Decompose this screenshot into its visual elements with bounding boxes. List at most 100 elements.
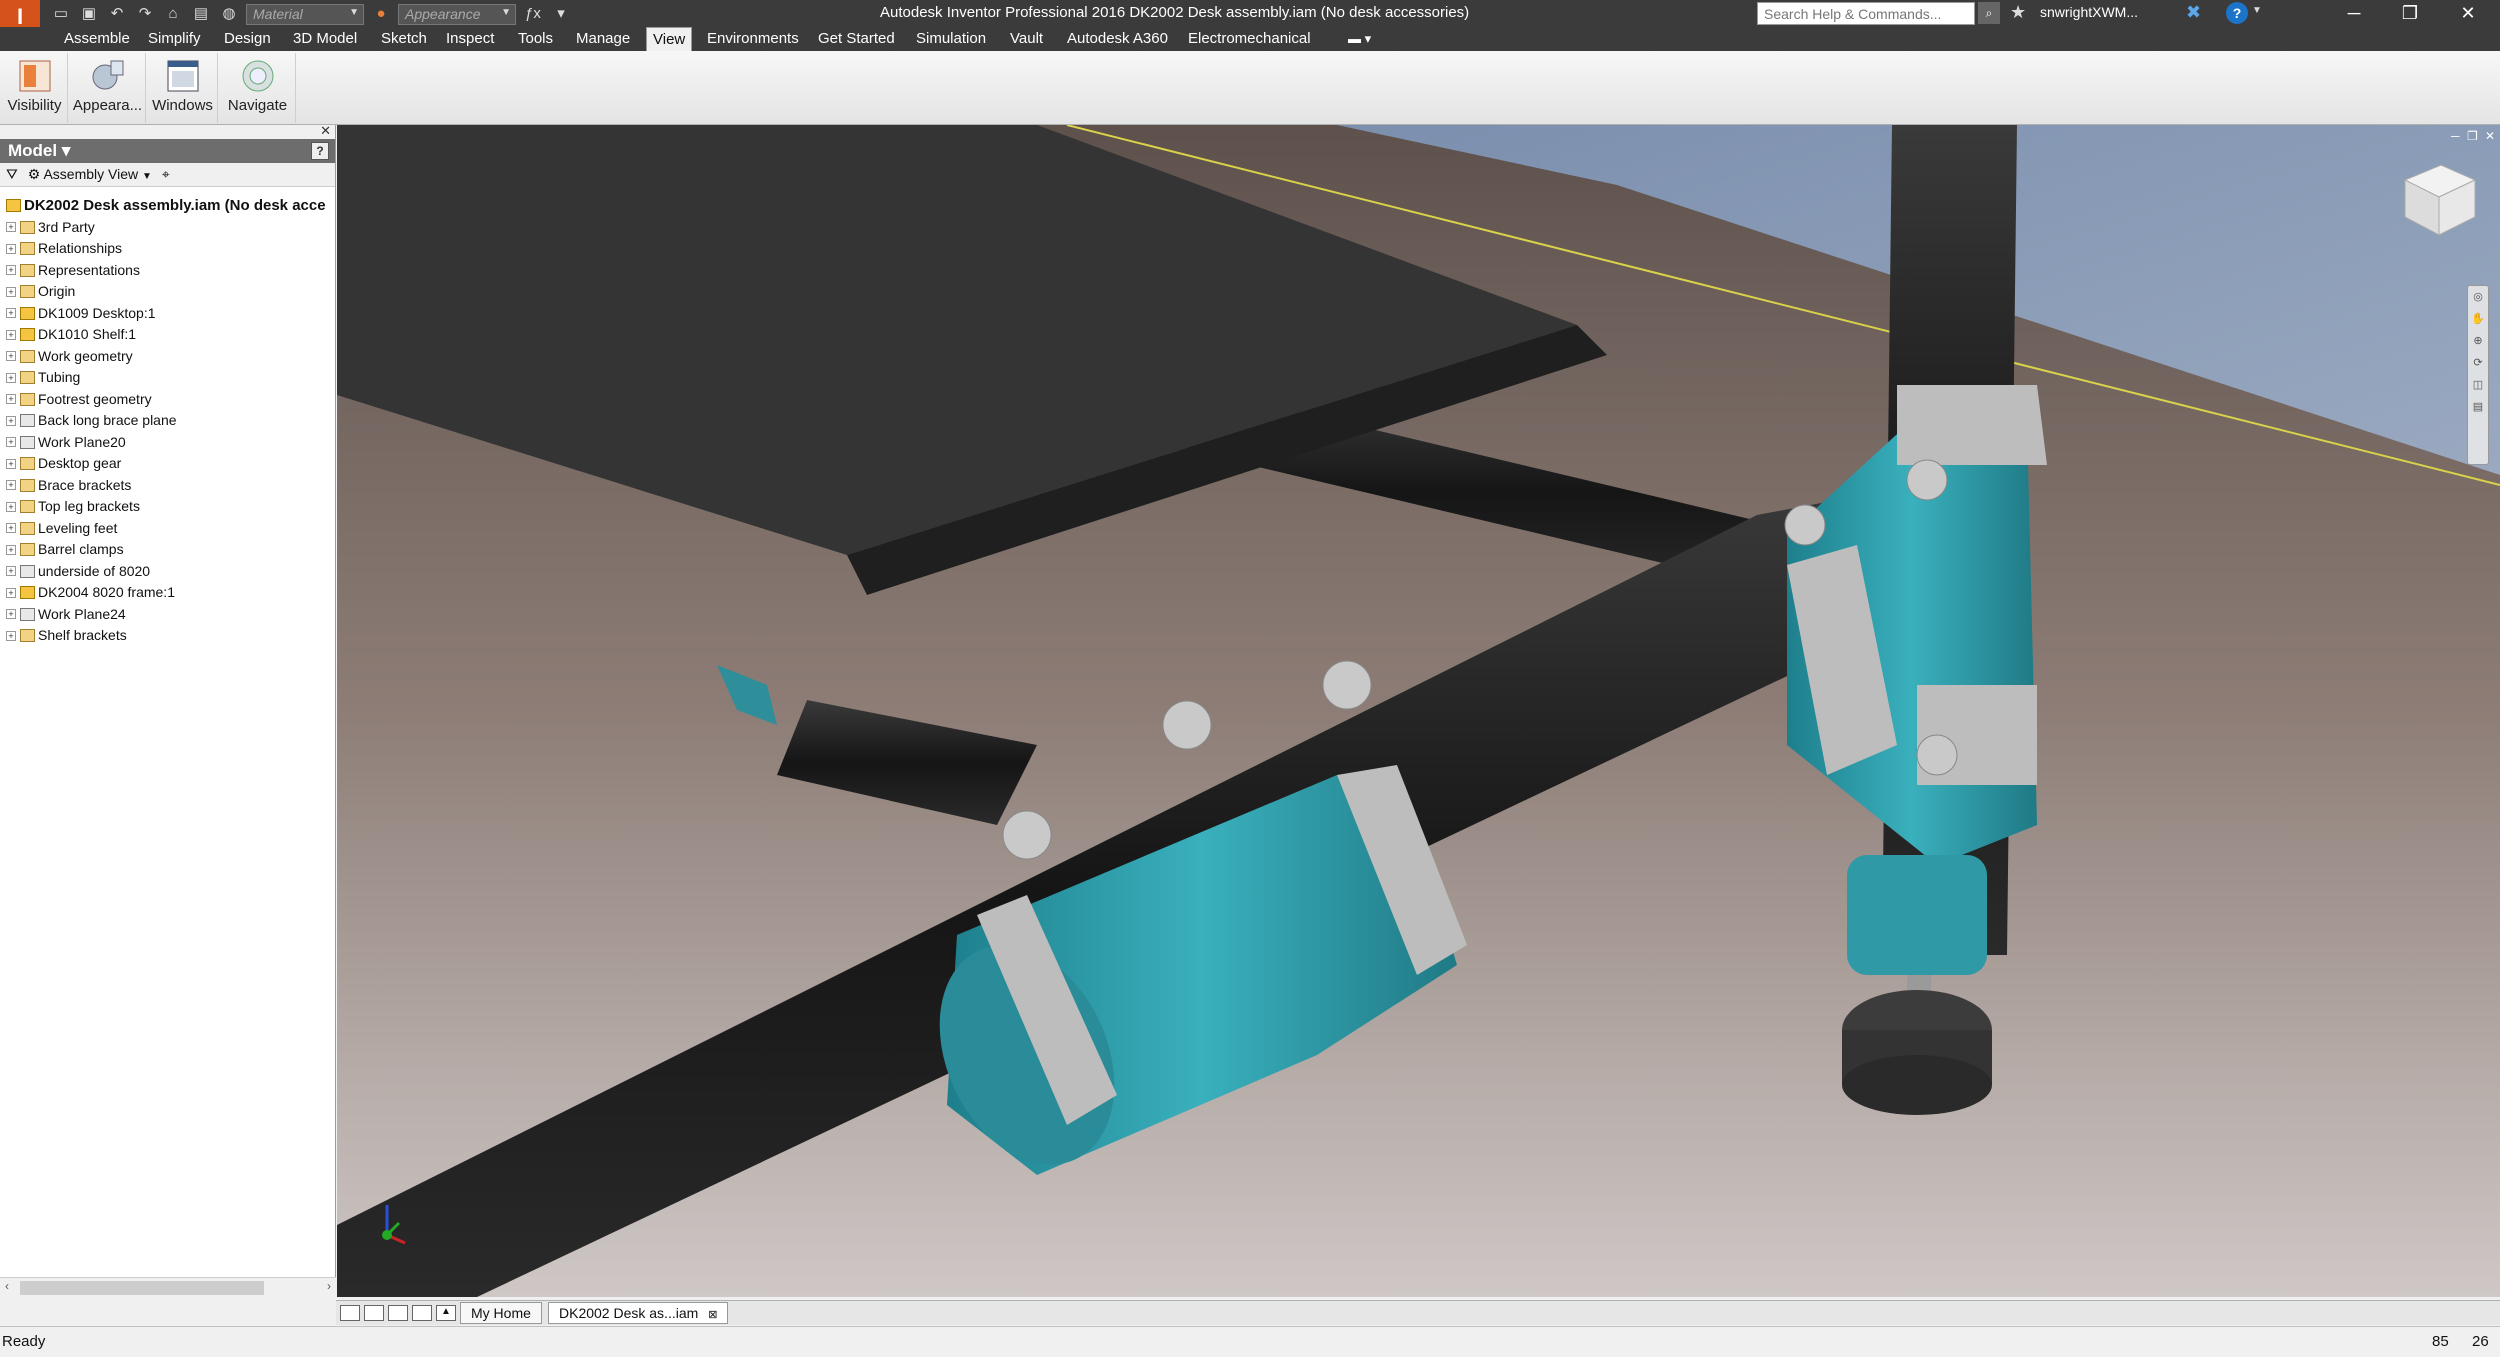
tree-item[interactable]: + Origin [0, 281, 336, 303]
update-icon[interactable]: ◍ [218, 4, 240, 24]
tab-sketch[interactable]: Sketch [375, 27, 433, 51]
steering-wheel-icon[interactable]: ◎ [2468, 286, 2488, 308]
tree-item[interactable]: + Work Plane24 [0, 604, 336, 626]
favorites-star-icon[interactable]: ★ [2010, 2, 2026, 23]
tree-item[interactable]: + Barrel clamps [0, 539, 336, 561]
tab-manage[interactable]: Manage [570, 27, 636, 51]
tree-item[interactable]: + Tubing [0, 367, 336, 389]
zoom-icon[interactable]: ⊕ [2468, 330, 2488, 352]
expand-icon[interactable]: + [6, 630, 16, 641]
tree-item[interactable]: + Relationships [0, 238, 336, 260]
navigate-button[interactable]: Navigate [220, 53, 296, 123]
tab-simulation[interactable]: Simulation [910, 27, 992, 51]
orbit-icon[interactable]: ⟳ [2468, 352, 2488, 374]
save-icon[interactable]: ▣ [78, 4, 100, 24]
minimize-button[interactable]: ─ [2324, 0, 2384, 27]
tab-assemble[interactable]: Assemble [58, 27, 136, 51]
expand-icon[interactable]: + [6, 458, 16, 469]
expand-icon[interactable]: + [6, 523, 16, 534]
expand-icon[interactable]: + [6, 587, 16, 598]
tree-item[interactable]: + Top leg brackets [0, 496, 336, 518]
view-selector[interactable]: ⚙ Assembly View ▼ [28, 166, 152, 183]
tree-item[interactable]: + DK2004 8020 frame:1 [0, 582, 336, 604]
expand-icon[interactable]: + [6, 609, 16, 620]
navbar-menu-icon[interactable]: ▤ [2468, 396, 2488, 418]
viewport-minimize-icon[interactable]: ─ [2451, 129, 2460, 143]
filter-icon[interactable]: ⛛ [6, 166, 18, 183]
tab-inspect[interactable]: Inspect [440, 27, 500, 51]
tile-vertical-icon[interactable] [412, 1305, 432, 1321]
tile-horizontal-icon[interactable] [388, 1305, 408, 1321]
tree-item[interactable]: + Desktop gear [0, 453, 336, 475]
expand-icon[interactable]: + [6, 372, 16, 383]
horizontal-scrollbar[interactable]: ‹ › [0, 1277, 336, 1297]
tab-environments[interactable]: Environments [701, 27, 805, 51]
close-button[interactable]: ✕ [2438, 0, 2498, 27]
visibility-button[interactable]: Visibility [2, 53, 68, 123]
tab-simplify[interactable]: Simplify [142, 27, 207, 51]
3d-model-view[interactable] [337, 125, 2500, 1297]
help-icon[interactable]: ? [2226, 2, 2248, 24]
tab-3d-model[interactable]: 3D Model [287, 27, 363, 51]
cascade-windows-icon[interactable] [340, 1305, 360, 1321]
tab-get-started[interactable]: Get Started [812, 27, 901, 51]
restore-button[interactable]: ❐ [2380, 0, 2440, 27]
tab-list-icon[interactable]: ▲ [436, 1305, 456, 1321]
tree-item[interactable]: + Representations [0, 260, 336, 282]
close-icon[interactable]: ⊠ [708, 1309, 717, 1321]
tree-item[interactable]: +3rd Party [0, 217, 336, 239]
tab-vault[interactable]: Vault [1004, 27, 1049, 51]
tab-tools[interactable]: Tools [512, 27, 559, 51]
expand-icon[interactable]: + [6, 243, 16, 254]
material-dropdown[interactable]: Material ▼ [246, 3, 364, 25]
expand-icon[interactable]: + [6, 265, 16, 276]
tab-my-home[interactable]: My Home [460, 1302, 542, 1324]
tree-item[interactable]: + Work Plane20 [0, 432, 336, 454]
scroll-right-icon[interactable]: › [327, 1279, 331, 1293]
tab-autodesk-a360[interactable]: Autodesk A360 [1061, 27, 1174, 51]
tree-item[interactable]: + Back long brace plane [0, 410, 336, 432]
undo-icon[interactable]: ↶ [106, 4, 128, 24]
tree-item[interactable]: + underside of 8020 [0, 561, 336, 583]
tab-dk2002-desk-assembly[interactable]: DK2002 Desk as...iam ⊠ [548, 1302, 729, 1324]
pan-icon[interactable]: ✋ [2468, 308, 2488, 330]
redo-icon[interactable]: ↷ [134, 4, 156, 24]
scroll-left-icon[interactable]: ‹ [5, 1279, 9, 1293]
expand-icon[interactable]: + [6, 544, 16, 555]
find-binoculars-icon[interactable]: ⌖ [162, 166, 170, 183]
tab-electromechanical[interactable]: Electromechanical [1182, 27, 1317, 51]
expand-icon[interactable]: + [6, 437, 16, 448]
viewport-close-icon[interactable]: ✕ [2485, 129, 2495, 143]
expand-icon[interactable]: + [6, 351, 16, 362]
expand-icon[interactable]: + [6, 222, 16, 233]
graphics-viewport[interactable]: ─ ❐ ✕ ◎ ✋ ⊕ ⟳ ◫ ▤ [337, 125, 2500, 1297]
user-account[interactable]: snwrightXWM... [2040, 4, 2138, 20]
help-search-input[interactable]: Search Help & Commands... [1757, 2, 1975, 25]
tree-item[interactable]: + DK1010 Shelf:1 [0, 324, 336, 346]
tab-view[interactable]: View [646, 27, 693, 51]
close-icon[interactable]: ✕ [320, 123, 331, 139]
tree-item[interactable]: + Footrest geometry [0, 389, 336, 411]
open-icon[interactable]: ▭ [50, 4, 72, 24]
expand-icon[interactable]: + [6, 501, 16, 512]
parameters-button[interactable]: ƒx [522, 4, 544, 24]
expand-icon[interactable]: + [6, 415, 16, 426]
browser-title[interactable]: Model ▾ [8, 141, 70, 160]
search-icon[interactable]: ⌕ [1978, 2, 2000, 24]
expand-icon[interactable]: + [6, 286, 16, 297]
tree-item[interactable]: + DK1009 Desktop:1 [0, 303, 336, 325]
viewport-restore-icon[interactable]: ❐ [2467, 129, 2478, 143]
tree-item[interactable]: + Work geometry [0, 346, 336, 368]
print-icon[interactable]: ▤ [190, 4, 212, 24]
scrollbar-thumb[interactable] [20, 1281, 264, 1295]
customize-qat-icon[interactable]: ▾ [550, 4, 572, 24]
expand-icon[interactable]: + [6, 480, 16, 491]
look-at-icon[interactable]: ◫ [2468, 374, 2488, 396]
ribbon-display-options-icon[interactable]: ▬ ▾ [1348, 31, 1371, 47]
help-icon[interactable]: ? [311, 142, 329, 160]
tree-item[interactable]: + Brace brackets [0, 475, 336, 497]
exchange-apps-icon[interactable]: ✖ [2186, 2, 2201, 23]
tile-windows-icon[interactable] [364, 1305, 384, 1321]
appearance-dropdown[interactable]: Appearance ▼ [398, 3, 516, 25]
windows-button[interactable]: Windows [148, 53, 218, 123]
